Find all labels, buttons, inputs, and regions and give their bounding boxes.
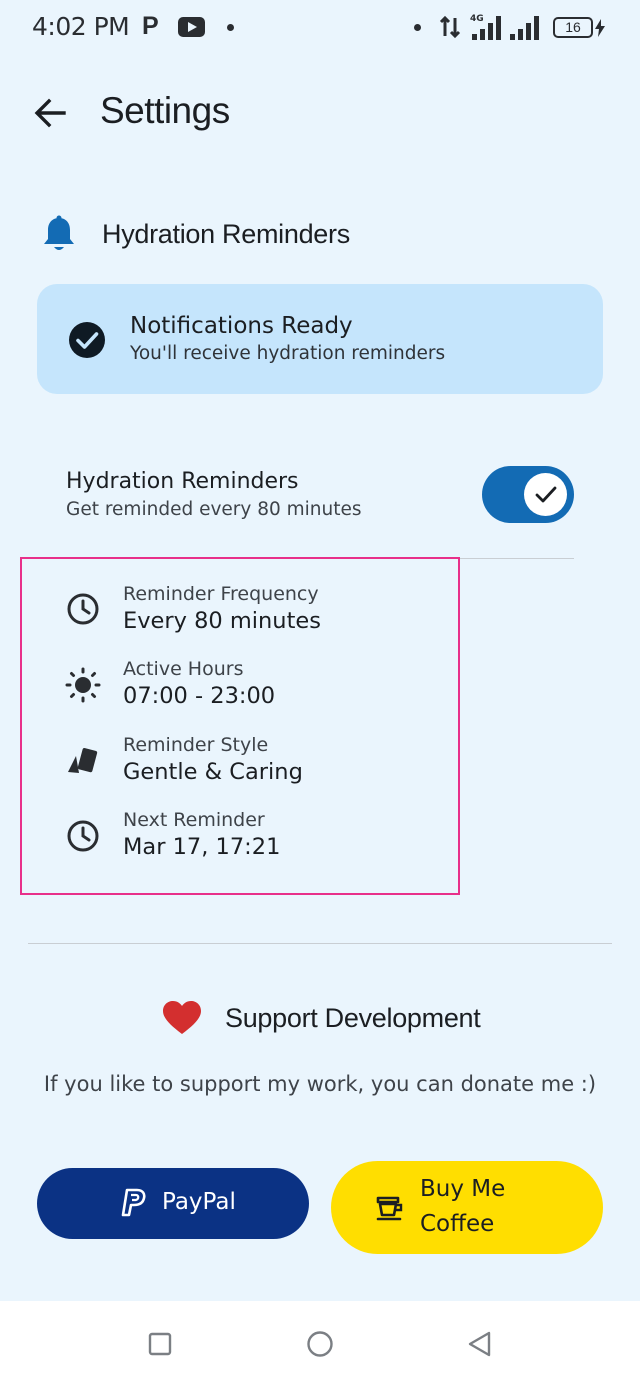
youtube-icon (178, 17, 205, 37)
notifications-ready-subtitle: You'll receive hydration reminders (130, 343, 446, 364)
detail-label-next-reminder: Next Reminder (123, 809, 265, 831)
clock-icon (67, 820, 99, 852)
check-icon (535, 486, 557, 503)
detail-label-style: Reminder Style (123, 734, 269, 756)
hydration-reminders-switch[interactable] (482, 466, 574, 523)
detail-value-style: Gentle & Caring (123, 759, 303, 785)
coffee-label-line1: Buy Me (420, 1176, 506, 1202)
heart-icon (163, 1001, 201, 1034)
detail-value-active-hours: 07:00 - 23:00 (123, 683, 276, 709)
notification-dot-icon (227, 24, 234, 31)
data-transfer-icon (439, 15, 461, 39)
paypal-button[interactable]: PayPal (37, 1168, 309, 1239)
system-navigation-bar (0, 1301, 640, 1387)
check-circle-icon (69, 322, 105, 358)
clock-icon (67, 593, 99, 625)
signal-icon (510, 16, 539, 40)
back-triangle-icon[interactable] (466, 1330, 492, 1358)
page-title: Settings (100, 90, 230, 131)
style-cards-icon (68, 748, 98, 773)
support-description: If you like to support my work, you can … (43, 1072, 597, 1096)
section-title-support: Support Development (225, 1003, 481, 1033)
notifications-ready-card (37, 284, 603, 394)
divider (28, 943, 612, 944)
detail-label-frequency: Reminder Frequency (123, 583, 319, 605)
notifications-ready-title: Notifications Ready (130, 313, 353, 339)
p-app-icon: P (142, 12, 159, 40)
paypal-label: PayPal (162, 1189, 236, 1215)
detail-label-active-hours: Active Hours (123, 658, 244, 680)
switch-knob (524, 473, 567, 516)
bell-icon (44, 215, 74, 250)
signal-4g-icon: 4G (470, 14, 501, 40)
reminders-toggle-title: Hydration Reminders (66, 469, 299, 494)
detail-value-frequency: Every 80 minutes (123, 608, 321, 634)
notification-dot-icon (414, 24, 421, 31)
sun-icon (65, 667, 101, 703)
recents-square-icon[interactable] (148, 1332, 172, 1356)
status-time: 4:02 PM (32, 12, 130, 41)
section-title-hydration: Hydration Reminders (102, 219, 350, 249)
home-circle-icon[interactable] (306, 1330, 334, 1358)
paypal-icon (121, 1188, 146, 1217)
charging-icon (595, 19, 605, 37)
reminders-toggle-subtitle: Get reminded every 80 minutes (66, 499, 362, 520)
coffee-label-line2: Coffee (420, 1211, 495, 1237)
battery-icon: 16 (553, 17, 593, 38)
coffee-cup-icon (376, 1196, 403, 1221)
status-bar: 4:02 PM P 4G 16 (0, 0, 640, 56)
buy-me-coffee-button[interactable]: Buy Me Coffee (331, 1161, 603, 1254)
arrow-left-icon[interactable] (32, 94, 72, 134)
network-label: 4G (470, 14, 484, 24)
detail-value-next-reminder: Mar 17, 17:21 (123, 834, 281, 860)
